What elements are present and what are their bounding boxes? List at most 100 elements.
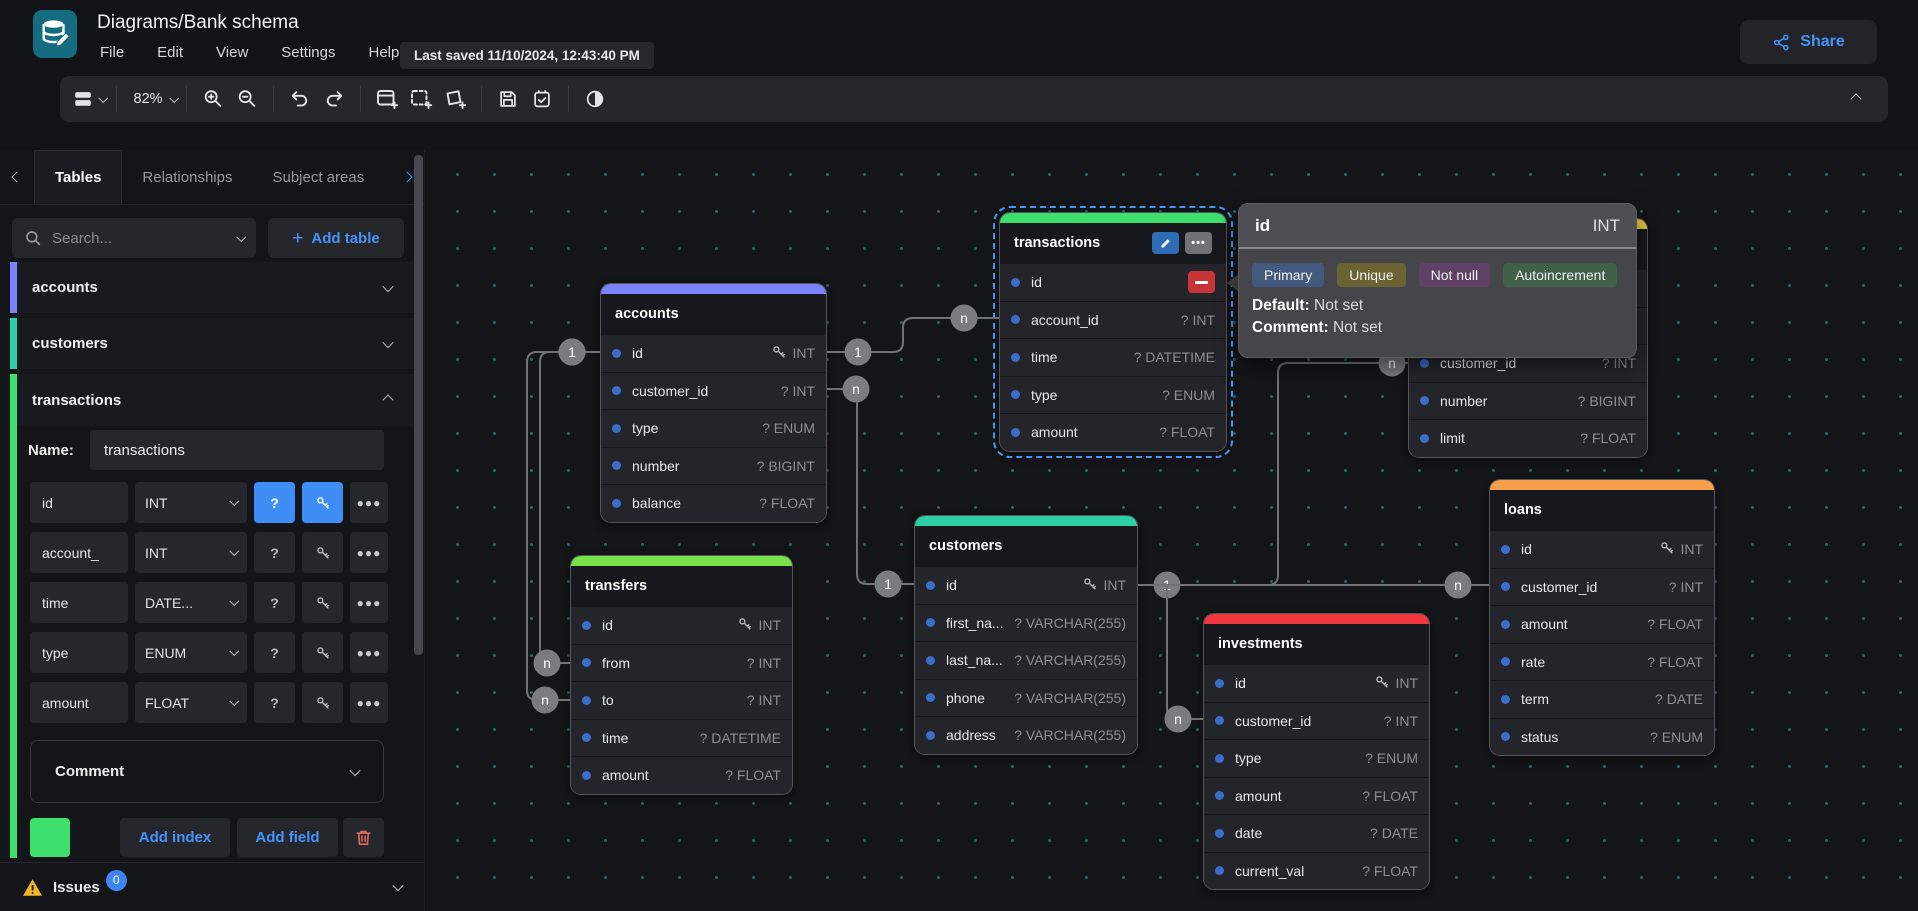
- tabs-scroll-left-button[interactable]: [0, 150, 34, 204]
- canvas-table-accounts[interactable]: accountsidINTcustomer_id? INTtype? ENUMn…: [600, 283, 827, 523]
- canvas-table-transactions[interactable]: transactions•••idaccount_id? INTtime? DA…: [999, 212, 1227, 452]
- field-nullable-toggle[interactable]: ?: [254, 532, 295, 573]
- menu-file[interactable]: File: [100, 44, 124, 61]
- tab-subject-areas[interactable]: Subject areas: [252, 150, 364, 204]
- table-field-row[interactable]: type? ENUM: [1000, 376, 1226, 414]
- sidebar-table-item-accounts[interactable]: accounts: [10, 262, 414, 313]
- redo-button[interactable]: [317, 82, 351, 116]
- table-field-row[interactable]: last_na...? VARCHAR(255): [915, 641, 1137, 679]
- table-field-row[interactable]: number? BIGINT: [601, 447, 826, 485]
- table-field-row[interactable]: limit? FLOAT: [1409, 419, 1647, 457]
- field-primary-key-toggle[interactable]: [302, 582, 343, 623]
- table-field-row[interactable]: time? DATETIME: [571, 719, 792, 757]
- table-field-row[interactable]: amount? FLOAT: [1000, 413, 1226, 451]
- table-field-row[interactable]: id: [1000, 263, 1226, 301]
- field-more-options-button[interactable]: ●●●: [350, 532, 388, 573]
- edit-table-button[interactable]: [1152, 232, 1179, 254]
- table-more-options-button[interactable]: •••: [1185, 232, 1212, 254]
- field-name-input[interactable]: time: [30, 582, 128, 623]
- canvas-table-loans[interactable]: loansidINTcustomer_id? INTamount? FLOATr…: [1489, 479, 1715, 756]
- field-type-select[interactable]: ENUM: [135, 632, 247, 673]
- tab-tables[interactable]: Tables: [34, 150, 122, 204]
- comment-section[interactable]: Comment: [30, 740, 384, 803]
- share-button[interactable]: Share: [1740, 20, 1877, 64]
- menu-help[interactable]: Help: [368, 44, 399, 61]
- field-type-select[interactable]: INT: [135, 532, 247, 573]
- table-field-row[interactable]: idINT: [601, 334, 826, 372]
- table-field-row[interactable]: idINT: [1490, 530, 1714, 568]
- table-field-row[interactable]: amount? FLOAT: [571, 756, 792, 794]
- field-name-input[interactable]: type: [30, 632, 128, 673]
- table-field-row[interactable]: idINT: [1204, 664, 1429, 702]
- table-field-row[interactable]: time? DATETIME: [1000, 338, 1226, 376]
- field-more-options-button[interactable]: ●●●: [350, 482, 388, 523]
- add-area-button[interactable]: [404, 82, 438, 116]
- sidebar-table-item-transactions[interactable]: transactions: [10, 374, 414, 426]
- zoom-out-button[interactable]: [230, 82, 264, 116]
- table-field-row[interactable]: from? INT: [571, 644, 792, 682]
- layout-toggle-button[interactable]: [72, 82, 107, 116]
- toolbar-collapse-button[interactable]: [1852, 90, 1860, 108]
- add-table-button-toolbar[interactable]: [370, 82, 404, 116]
- canvas-table-investments[interactable]: investmentsidINTcustomer_id? INTtype? EN…: [1203, 613, 1430, 890]
- field-primary-key-toggle[interactable]: [302, 682, 343, 723]
- menu-settings[interactable]: Settings: [281, 44, 335, 61]
- add-index-button[interactable]: Add index: [120, 818, 230, 857]
- field-name-input[interactable]: id: [30, 482, 128, 523]
- table-field-row[interactable]: idINT: [915, 566, 1137, 604]
- field-nullable-toggle[interactable]: ?: [254, 632, 295, 673]
- table-field-row[interactable]: amount? FLOAT: [1204, 777, 1429, 815]
- undo-button[interactable]: [283, 82, 317, 116]
- table-field-row[interactable]: current_val? FLOAT: [1204, 852, 1429, 890]
- todo-button[interactable]: [525, 82, 559, 116]
- search-input[interactable]: Search...: [12, 218, 256, 258]
- table-color-swatch[interactable]: [30, 818, 70, 857]
- table-field-row[interactable]: amount? FLOAT: [1490, 605, 1714, 643]
- table-field-row[interactable]: date? DATE: [1204, 814, 1429, 852]
- tab-relationships[interactable]: Relationships: [122, 150, 252, 204]
- delete-field-button[interactable]: [1188, 271, 1215, 293]
- field-type-select[interactable]: INT: [135, 482, 247, 523]
- table-field-row[interactable]: customer_id? INT: [601, 372, 826, 410]
- sidebar-scrollbar[interactable]: [414, 155, 423, 655]
- add-field-button[interactable]: Add field: [237, 818, 338, 857]
- add-note-button[interactable]: [438, 82, 472, 116]
- field-name-input[interactable]: amount: [30, 682, 128, 723]
- table-field-row[interactable]: customer_id? INT: [1204, 702, 1429, 740]
- field-nullable-toggle[interactable]: ?: [254, 682, 295, 723]
- table-field-row[interactable]: rate? FLOAT: [1490, 643, 1714, 681]
- field-nullable-toggle[interactable]: ?: [254, 482, 295, 523]
- table-field-row[interactable]: number? BIGINT: [1409, 382, 1647, 420]
- table-field-row[interactable]: balance? FLOAT: [601, 484, 826, 522]
- table-field-row[interactable]: term? DATE: [1490, 680, 1714, 718]
- table-field-row[interactable]: to? INT: [571, 681, 792, 719]
- field-more-options-button[interactable]: ●●●: [350, 682, 388, 723]
- table-field-row[interactable]: type? ENUM: [601, 409, 826, 447]
- field-type-select[interactable]: DATE...: [135, 582, 247, 623]
- menu-view[interactable]: View: [216, 44, 248, 61]
- field-type-select[interactable]: FLOAT: [135, 682, 247, 723]
- issues-bar[interactable]: Issues 0: [0, 862, 424, 911]
- save-button[interactable]: [491, 82, 525, 116]
- table-field-row[interactable]: status? ENUM: [1490, 718, 1714, 756]
- sidebar-table-item-customers[interactable]: customers: [10, 318, 414, 369]
- theme-toggle-button[interactable]: [578, 82, 612, 116]
- field-primary-key-toggle[interactable]: [302, 632, 343, 673]
- delete-table-button[interactable]: [343, 818, 384, 857]
- field-primary-key-toggle[interactable]: [302, 482, 343, 523]
- table-field-row[interactable]: type? ENUM: [1204, 739, 1429, 777]
- table-field-row[interactable]: address? VARCHAR(255): [915, 716, 1137, 754]
- field-more-options-button[interactable]: ●●●: [350, 632, 388, 673]
- table-field-row[interactable]: phone? VARCHAR(255): [915, 679, 1137, 717]
- table-field-row[interactable]: first_na...? VARCHAR(255): [915, 604, 1137, 642]
- table-name-input[interactable]: [90, 430, 384, 470]
- canvas-table-transfers[interactable]: transfersidINTfrom? INTto? INTtime? DATE…: [570, 555, 793, 795]
- field-primary-key-toggle[interactable]: [302, 532, 343, 573]
- zoom-level-button[interactable]: 82%: [126, 82, 178, 116]
- field-name-input[interactable]: account_: [30, 532, 128, 573]
- table-field-row[interactable]: idINT: [571, 606, 792, 644]
- table-field-row[interactable]: account_id? INT: [1000, 301, 1226, 339]
- zoom-in-button[interactable]: [196, 82, 230, 116]
- table-field-row[interactable]: customer_id? INT: [1490, 568, 1714, 606]
- canvas-table-customers[interactable]: customersidINTfirst_na...? VARCHAR(255)l…: [914, 515, 1138, 755]
